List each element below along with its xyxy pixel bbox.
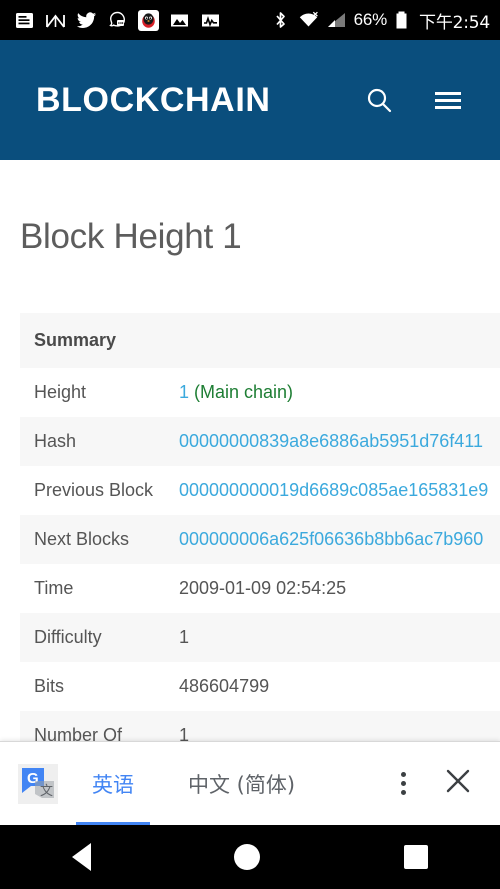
app-header: BLOCKCHAIN — [0, 40, 500, 160]
row-value-previous-block: 000000000019d6689c085ae165831e9 — [165, 466, 500, 515]
blockchain-logo[interactable]: BLOCKCHAIN — [36, 81, 271, 120]
translate-tab-source[interactable]: 英语 — [76, 742, 150, 826]
row-label-time: Time — [34, 578, 74, 598]
row-value-bits: 486604799 — [179, 676, 270, 696]
android-nav-bar — [0, 825, 500, 889]
status-system-icons: 66% 下午2:54 — [270, 8, 490, 33]
google-translate-icon: G 文 — [18, 763, 58, 804]
height-link[interactable]: 1 — [179, 382, 189, 402]
app-header-actions — [363, 84, 464, 116]
twitter-icon — [76, 10, 97, 31]
back-triangle-icon[interactable] — [71, 843, 91, 871]
summary-table: Summary Height 1 (Main chain) Hash 00000… — [20, 313, 500, 760]
recents-square-icon[interactable] — [404, 845, 429, 869]
row-value-height: 1 (Main chain) — [165, 368, 500, 417]
stock-chart-icon — [45, 10, 66, 31]
row-label-difficulty: Difficulty — [34, 627, 102, 647]
table-row: Previous Block 000000000019d6689c085ae16… — [20, 466, 500, 515]
summary-header-label: Summary — [34, 330, 117, 350]
close-icon[interactable] — [444, 767, 472, 800]
row-label-hash: Hash — [34, 431, 77, 451]
summary-table-header-row: Summary — [20, 313, 500, 368]
page-content: Block Height 1 Summary Height 1 (Main ch… — [0, 160, 500, 760]
row-label-previous-block: Previous Block — [34, 480, 154, 500]
table-row: Hash 00000000839a8e6886ab5951d76f411 — [20, 417, 500, 466]
table-row: Difficulty 1 — [20, 613, 500, 662]
ghost-message-icon — [107, 10, 128, 31]
table-row: Height 1 (Main chain) — [20, 368, 500, 417]
table-row: Time 2009-01-09 02:54:25 — [20, 564, 500, 613]
row-value-time: 2009-01-09 02:54:25 — [179, 578, 347, 598]
table-row: Next Blocks 000000006a625f06636b8bb6ac7b… — [20, 515, 500, 564]
qq-penguin-icon — [138, 9, 159, 31]
translate-bar-actions — [401, 767, 482, 800]
cellular-signal-icon — [326, 10, 347, 31]
wifi-off-icon — [298, 10, 319, 31]
row-value-difficulty: 1 — [179, 627, 190, 647]
battery-percent-label: 66% — [353, 10, 388, 29]
phone-screen: 66% 下午2:54 BLOCKCHAIN Block Height 1 Sum… — [0, 0, 500, 889]
main-chain-label: (Main chain) — [189, 382, 294, 402]
row-value-hash: 00000000839a8e6886ab5951d76f411 — [165, 417, 500, 466]
status-bar: 66% 下午2:54 — [0, 0, 500, 40]
status-clock: 下午2:54 — [419, 12, 490, 33]
table-row: Bits 486604799 — [20, 662, 500, 711]
status-notification-icons — [14, 9, 221, 31]
summary-table-body: Summary Height 1 (Main chain) Hash 00000… — [20, 313, 500, 760]
google-translate-bar: G 文 英语 中文 (简体) — [0, 741, 500, 826]
hash-link[interactable]: 00000000839a8e6886ab5951d76f411 — [179, 431, 483, 451]
svg-text:文: 文 — [40, 784, 53, 799]
hamburger-menu-icon[interactable] — [432, 84, 464, 116]
pulse-chart-icon — [200, 10, 221, 31]
summary-table-wrapper: Summary Height 1 (Main chain) Hash 00000… — [0, 313, 500, 760]
row-label-height: Height — [34, 382, 87, 402]
next-blocks-link[interactable]: 000000006a625f06636b8bb6ac7b960 — [179, 529, 483, 549]
bluetooth-icon — [270, 10, 291, 31]
row-value-next-blocks: 000000006a625f06636b8bb6ac7b960 — [165, 515, 500, 564]
battery-icon — [394, 10, 409, 31]
row-label-next-blocks: Next Blocks — [34, 529, 130, 549]
row-label-bits: Bits — [34, 676, 65, 696]
news-icon — [14, 10, 35, 31]
page-title: Block Height 1 — [20, 217, 242, 256]
home-circle-icon[interactable] — [234, 844, 261, 870]
search-icon[interactable] — [363, 84, 395, 116]
previous-block-link[interactable]: 000000000019d6689c085ae165831e9 — [179, 480, 488, 500]
translate-tab-target[interactable]: 中文 (简体) — [172, 742, 311, 826]
overflow-menu-icon[interactable] — [401, 772, 406, 795]
photo-icon — [169, 10, 190, 31]
